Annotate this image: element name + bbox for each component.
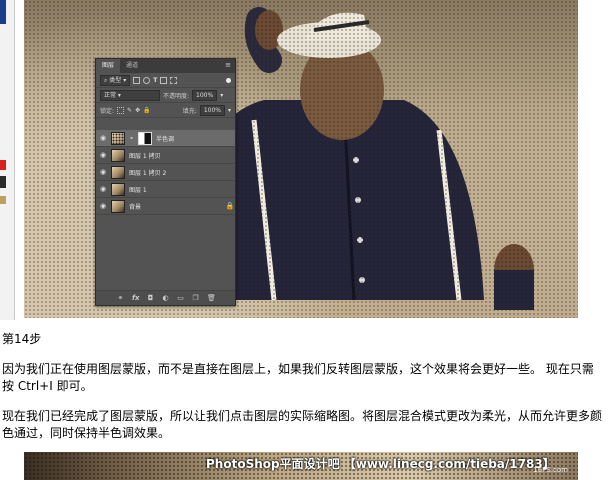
fill-input[interactable]: 100% xyxy=(199,104,225,116)
pixel-filter-icon[interactable] xyxy=(133,76,141,84)
opacity-label: 不透明度: xyxy=(163,92,190,100)
trash-icon[interactable]: 🗑 xyxy=(207,294,216,302)
filter-kind-select[interactable]: ⌕ 类型 ▾ xyxy=(100,74,131,86)
tab-channels[interactable]: 通道 xyxy=(120,59,144,73)
filter-toggle-icon[interactable] xyxy=(226,77,231,83)
smart-object-filter-icon[interactable] xyxy=(170,76,178,84)
taskbar-red-block xyxy=(0,160,6,170)
layer-thumbnail[interactable] xyxy=(111,165,125,179)
layer-row-background[interactable]: ◉ 背景 🔒 xyxy=(96,198,235,215)
layers-list: ◉ ⚭ 半色调 ◉ 图层 1 拷贝 ◉ 图层 1 拷贝 2 ◉ 图层 1 ◉ 背… xyxy=(96,130,235,215)
layer-name: 图层 1 xyxy=(129,186,147,194)
layer-row-halftone[interactable]: ◉ ⚭ 半色调 xyxy=(96,130,235,147)
layer-thumbnail[interactable] xyxy=(111,182,125,196)
photoshop-layers-panel: 图层 通道 ≡ ⌕ 类型 ▾ T 正常 ▾ 不透明度: 100% ▾ 锁定: ✎… xyxy=(95,58,236,306)
eye-icon[interactable]: ◉ xyxy=(99,168,107,176)
layer-thumbnail[interactable] xyxy=(111,148,125,162)
layer-row-copy[interactable]: ◉ 图层 1 拷贝 xyxy=(96,147,235,164)
paragraph-2-line-1: 现在我们已经完成了图层蒙版，所以让我们点击图层的实际缩略图。将图层混合模式更改为… xyxy=(2,409,603,423)
panel-tab-bar: 图层 通道 ≡ xyxy=(96,59,235,73)
opacity-input[interactable]: 100% xyxy=(192,89,218,101)
layer-row-layer1[interactable]: ◉ 图层 1 xyxy=(96,181,235,198)
layer-thumbnail[interactable] xyxy=(111,131,125,145)
chain-link-icon[interactable]: ⚭ xyxy=(129,135,134,142)
new-layer-icon[interactable]: ❐ xyxy=(192,294,199,302)
adjustment-filter-icon[interactable] xyxy=(143,76,151,84)
eye-icon[interactable]: ◉ xyxy=(99,134,107,142)
step-title: 第14步 xyxy=(2,332,42,346)
watermark-small: 16PS.com xyxy=(533,466,568,474)
layer-name: 图层 1 拷贝 2 xyxy=(129,169,167,177)
eye-icon[interactable]: ◉ xyxy=(99,185,107,193)
fill-label: 填充: xyxy=(182,107,197,115)
layer-mask-thumbnail[interactable] xyxy=(138,131,153,145)
fx-icon[interactable]: fx xyxy=(132,294,140,302)
tab-layers[interactable]: 图层 xyxy=(96,59,121,73)
lock-transparent-icon[interactable] xyxy=(117,106,125,114)
link-icon[interactable]: ⚭ xyxy=(117,294,124,302)
panel-bottom-toolbar: ⚭ fx ◘ ◐ ▭ ❐ 🗑 xyxy=(96,290,235,305)
shape-filter-icon[interactable] xyxy=(160,76,168,84)
filter-row: ⌕ 类型 ▾ T xyxy=(96,73,235,88)
layer-row-copy-2[interactable]: ◉ 图层 1 拷贝 2 xyxy=(96,164,235,181)
taskbar-dark-block xyxy=(0,176,6,188)
filter-kind-label: 类型 xyxy=(109,76,122,84)
taskbar-yellow-block xyxy=(0,196,6,204)
lock-pixels-icon[interactable]: ✎ xyxy=(127,107,132,114)
folder-icon[interactable]: ▭ xyxy=(177,294,184,302)
eye-icon[interactable]: ◉ xyxy=(99,202,107,210)
chevron-down-icon[interactable]: ▾ xyxy=(220,92,223,99)
layer-name: 图层 1 拷贝 xyxy=(129,152,161,160)
type-filter-icon[interactable]: T xyxy=(153,77,157,84)
blend-mode-select[interactable]: 正常 ▾ xyxy=(100,89,160,101)
lock-label: 锁定: xyxy=(100,107,115,115)
paragraph-1-line-1: 因为我们正在使用图层蒙版，而不是直接在图层上，如果我们反转图层蒙版，这个效果将会… xyxy=(2,362,594,376)
eye-icon[interactable]: ◉ xyxy=(99,151,107,159)
left-window-strip xyxy=(0,0,15,320)
article-photo-boy-halftone: 图层 通道 ≡ ⌕ 类型 ▾ T 正常 ▾ 不透明度: 100% ▾ 锁定: ✎… xyxy=(24,0,578,318)
blend-row: 正常 ▾ 不透明度: 100% ▾ xyxy=(96,88,235,103)
layer-name: 半色调 xyxy=(156,135,175,143)
layer-thumbnail[interactable] xyxy=(111,199,125,213)
lock-row: 锁定: ✎ ✥ 🔒 填充: 100% ▾ xyxy=(96,103,235,118)
layer-name: 背景 xyxy=(129,203,142,211)
article-photo-2-top: PhotoShop平面设计吧 【www.linecg.com/tieba/178… xyxy=(24,452,578,480)
add-mask-icon[interactable]: ◘ xyxy=(147,294,154,302)
blend-mode-label: 正常 xyxy=(104,91,117,99)
paragraph-2-line-2: 色通过，同时保持半色调效果。 xyxy=(2,426,171,440)
lock-icon: 🔒 xyxy=(225,202,235,210)
watermark-text: PhotoShop平面设计吧 【www.linecg.com/tieba/178… xyxy=(206,457,555,471)
panel-menu-icon[interactable]: ≡ xyxy=(225,62,231,69)
paragraph-1-line-2: 按 Ctrl+I 即可。 xyxy=(2,379,93,393)
taskbar-blue-block xyxy=(0,0,6,24)
lock-position-icon[interactable]: ✥ xyxy=(135,107,140,114)
adjustment-icon[interactable]: ◐ xyxy=(162,294,169,302)
chevron-down-icon[interactable]: ▾ xyxy=(228,107,231,114)
search-icon: ⌕ xyxy=(104,76,108,84)
lock-all-icon[interactable]: 🔒 xyxy=(143,107,150,114)
